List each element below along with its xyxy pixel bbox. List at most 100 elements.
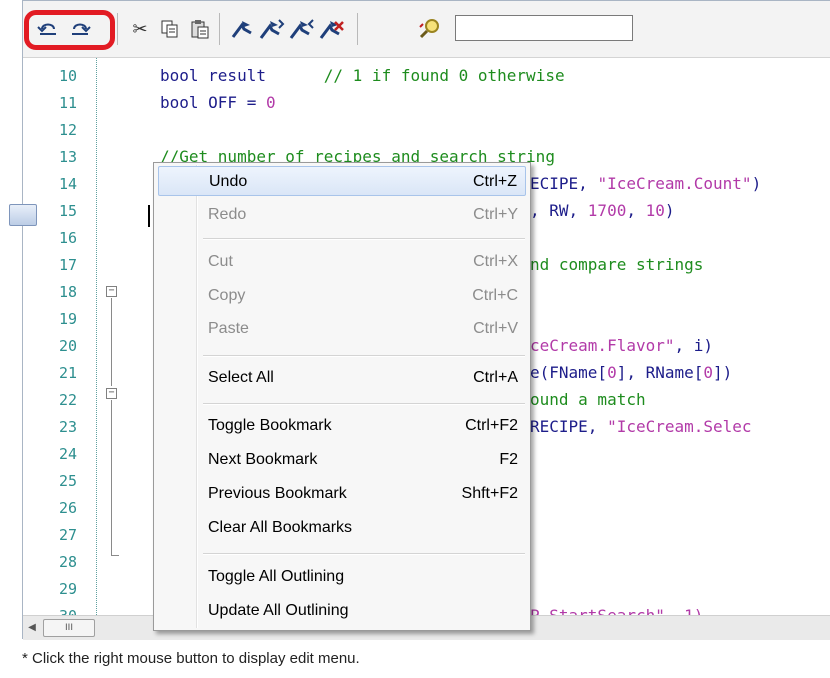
line-number: 15 <box>58 202 77 220</box>
menu-item-label: Undo <box>209 173 248 190</box>
menu-item-label: Toggle Bookmark <box>208 417 332 434</box>
menu-item-shortcut: Ctrl+Y <box>473 206 518 223</box>
menu-icon-column <box>196 165 198 628</box>
line-number: 21 <box>58 364 77 382</box>
collapse-toggle[interactable]: − <box>106 388 117 399</box>
menu-item-shortcut: F2 <box>499 451 518 468</box>
code-line: P StartSearch", 1) <box>530 606 703 615</box>
fold-line <box>111 298 112 386</box>
line-number: 23 <box>58 418 77 436</box>
fold-line <box>111 475 112 555</box>
menu-item-label: Redo <box>208 206 247 223</box>
menu-item-label: Update All Outlining <box>208 602 349 619</box>
undo-icon <box>37 23 56 35</box>
menu-item-label: Toggle All Outlining <box>208 568 345 585</box>
menu-separator <box>203 238 525 240</box>
menu-item-undo[interactable]: Undo Ctrl+Z <box>158 166 526 196</box>
code-line: bool OFF = 0 <box>160 93 276 112</box>
paste-icon <box>191 20 209 39</box>
clear-bookmarks-button[interactable] <box>319 15 345 43</box>
code-line: ound a match <box>530 390 646 409</box>
menu-item-previous-bookmark[interactable]: Previous Bookmark Shft+F2 <box>158 479 526 509</box>
menu-item-label: Next Bookmark <box>208 451 318 468</box>
copy-button[interactable] <box>157 15 183 43</box>
next-bookmark-button[interactable] <box>259 15 285 43</box>
scroll-thumb[interactable]: III <box>43 619 95 637</box>
redo-button[interactable] <box>67 15 93 43</box>
clear-bookmarks-icon <box>319 21 344 39</box>
editor-toolbar: ✂ <box>23 1 830 58</box>
menu-separator <box>203 355 525 357</box>
line-number: 24 <box>58 445 77 463</box>
menu-item-shortcut: Ctrl+Z <box>473 173 517 190</box>
context-menu: Undo Ctrl+Z Redo Ctrl+Y Cut Ctrl+X Copy … <box>153 162 531 631</box>
menu-item-select-all[interactable]: Select All Ctrl+A <box>158 363 526 393</box>
code-line: bool result // 1 if found 0 otherwise <box>160 66 565 85</box>
cut-button[interactable]: ✂ <box>127 15 153 43</box>
previous-bookmark-button[interactable] <box>289 15 315 43</box>
code-line: e(FName[0], RName[0]) <box>530 363 733 382</box>
menu-item-shortcut: Ctrl+A <box>473 369 518 386</box>
line-number: 22 <box>58 391 77 409</box>
code-line: , RW, 1700, 10) <box>530 201 675 220</box>
line-number: 12 <box>58 121 77 139</box>
toggle-bookmark-button[interactable] <box>229 15 255 43</box>
toolbar-separator <box>117 13 118 45</box>
bookmark-flag-icon <box>231 21 252 38</box>
paste-button[interactable] <box>187 15 213 43</box>
menu-item-shortcut: Ctrl+V <box>473 320 518 337</box>
gutter-divider <box>96 58 97 615</box>
line-number: 27 <box>58 526 77 544</box>
fold-line <box>111 400 112 475</box>
line-number: 18 <box>58 283 77 301</box>
code-line: nd compare strings <box>530 255 704 274</box>
line-number: 20 <box>58 337 77 355</box>
toolbar-separator <box>219 13 220 45</box>
line-number: 11 <box>58 94 77 112</box>
next-bookmark-icon <box>259 19 285 39</box>
menu-item-label: Copy <box>208 287 246 304</box>
code-line: ECIPE, "IceCream.Count") <box>530 174 762 193</box>
line-number: 29 <box>58 580 77 598</box>
menu-item-update-all-outlining[interactable]: Update All Outlining <box>158 596 526 626</box>
menu-item-shortcut: Shft+F2 <box>461 485 518 502</box>
redo-icon <box>72 23 91 35</box>
scroll-left-arrow-icon[interactable]: ◀ <box>25 620 39 636</box>
collapse-toggle[interactable]: − <box>106 286 117 297</box>
toolbar-separator <box>357 13 358 45</box>
line-number: 13 <box>58 148 77 166</box>
line-number: 28 <box>58 553 77 571</box>
find-icon <box>419 19 439 39</box>
fold-end <box>111 555 119 556</box>
copy-icon <box>161 20 178 38</box>
line-number: 10 <box>58 67 77 85</box>
menu-item-cut[interactable]: Cut Ctrl+X <box>158 247 526 277</box>
menu-item-clear-all-bookmarks[interactable]: Clear All Bookmarks <box>158 513 526 543</box>
menu-item-label: Previous Bookmark <box>208 485 347 502</box>
find-button[interactable] <box>417 15 443 43</box>
menu-item-toggle-bookmark[interactable]: Toggle Bookmark Ctrl+F2 <box>158 411 526 441</box>
menu-item-next-bookmark[interactable]: Next Bookmark F2 <box>158 445 526 475</box>
previous-bookmark-icon <box>289 19 314 39</box>
menu-item-label: Cut <box>208 253 233 270</box>
menu-item-shortcut: Ctrl+F2 <box>465 417 518 434</box>
line-number: 30 <box>33 607 77 615</box>
line-number: 26 <box>58 499 77 517</box>
menu-item-paste[interactable]: Paste Ctrl+V <box>158 314 526 344</box>
menu-item-label: Select All <box>208 369 274 386</box>
text-caret <box>148 205 150 227</box>
scissors-icon: ✂ <box>132 18 148 40</box>
menu-item-copy[interactable]: Copy Ctrl+C <box>158 281 526 311</box>
menu-item-toggle-all-outlining[interactable]: Toggle All Outlining <box>158 562 526 592</box>
menu-separator <box>203 553 525 555</box>
help-note: * Click the right mouse button to displa… <box>22 650 360 667</box>
line-number: 25 <box>58 472 77 490</box>
line-number: 19 <box>58 310 77 328</box>
menu-separator <box>203 403 525 405</box>
menu-item-shortcut: Ctrl+X <box>473 253 518 270</box>
menu-item-redo[interactable]: Redo Ctrl+Y <box>158 200 526 230</box>
code-line: RECIPE, "IceCream.Selec <box>530 417 752 436</box>
undo-button[interactable] <box>35 15 61 43</box>
code-line: ceCream.Flavor", i) <box>530 336 714 355</box>
search-input[interactable] <box>455 15 633 41</box>
